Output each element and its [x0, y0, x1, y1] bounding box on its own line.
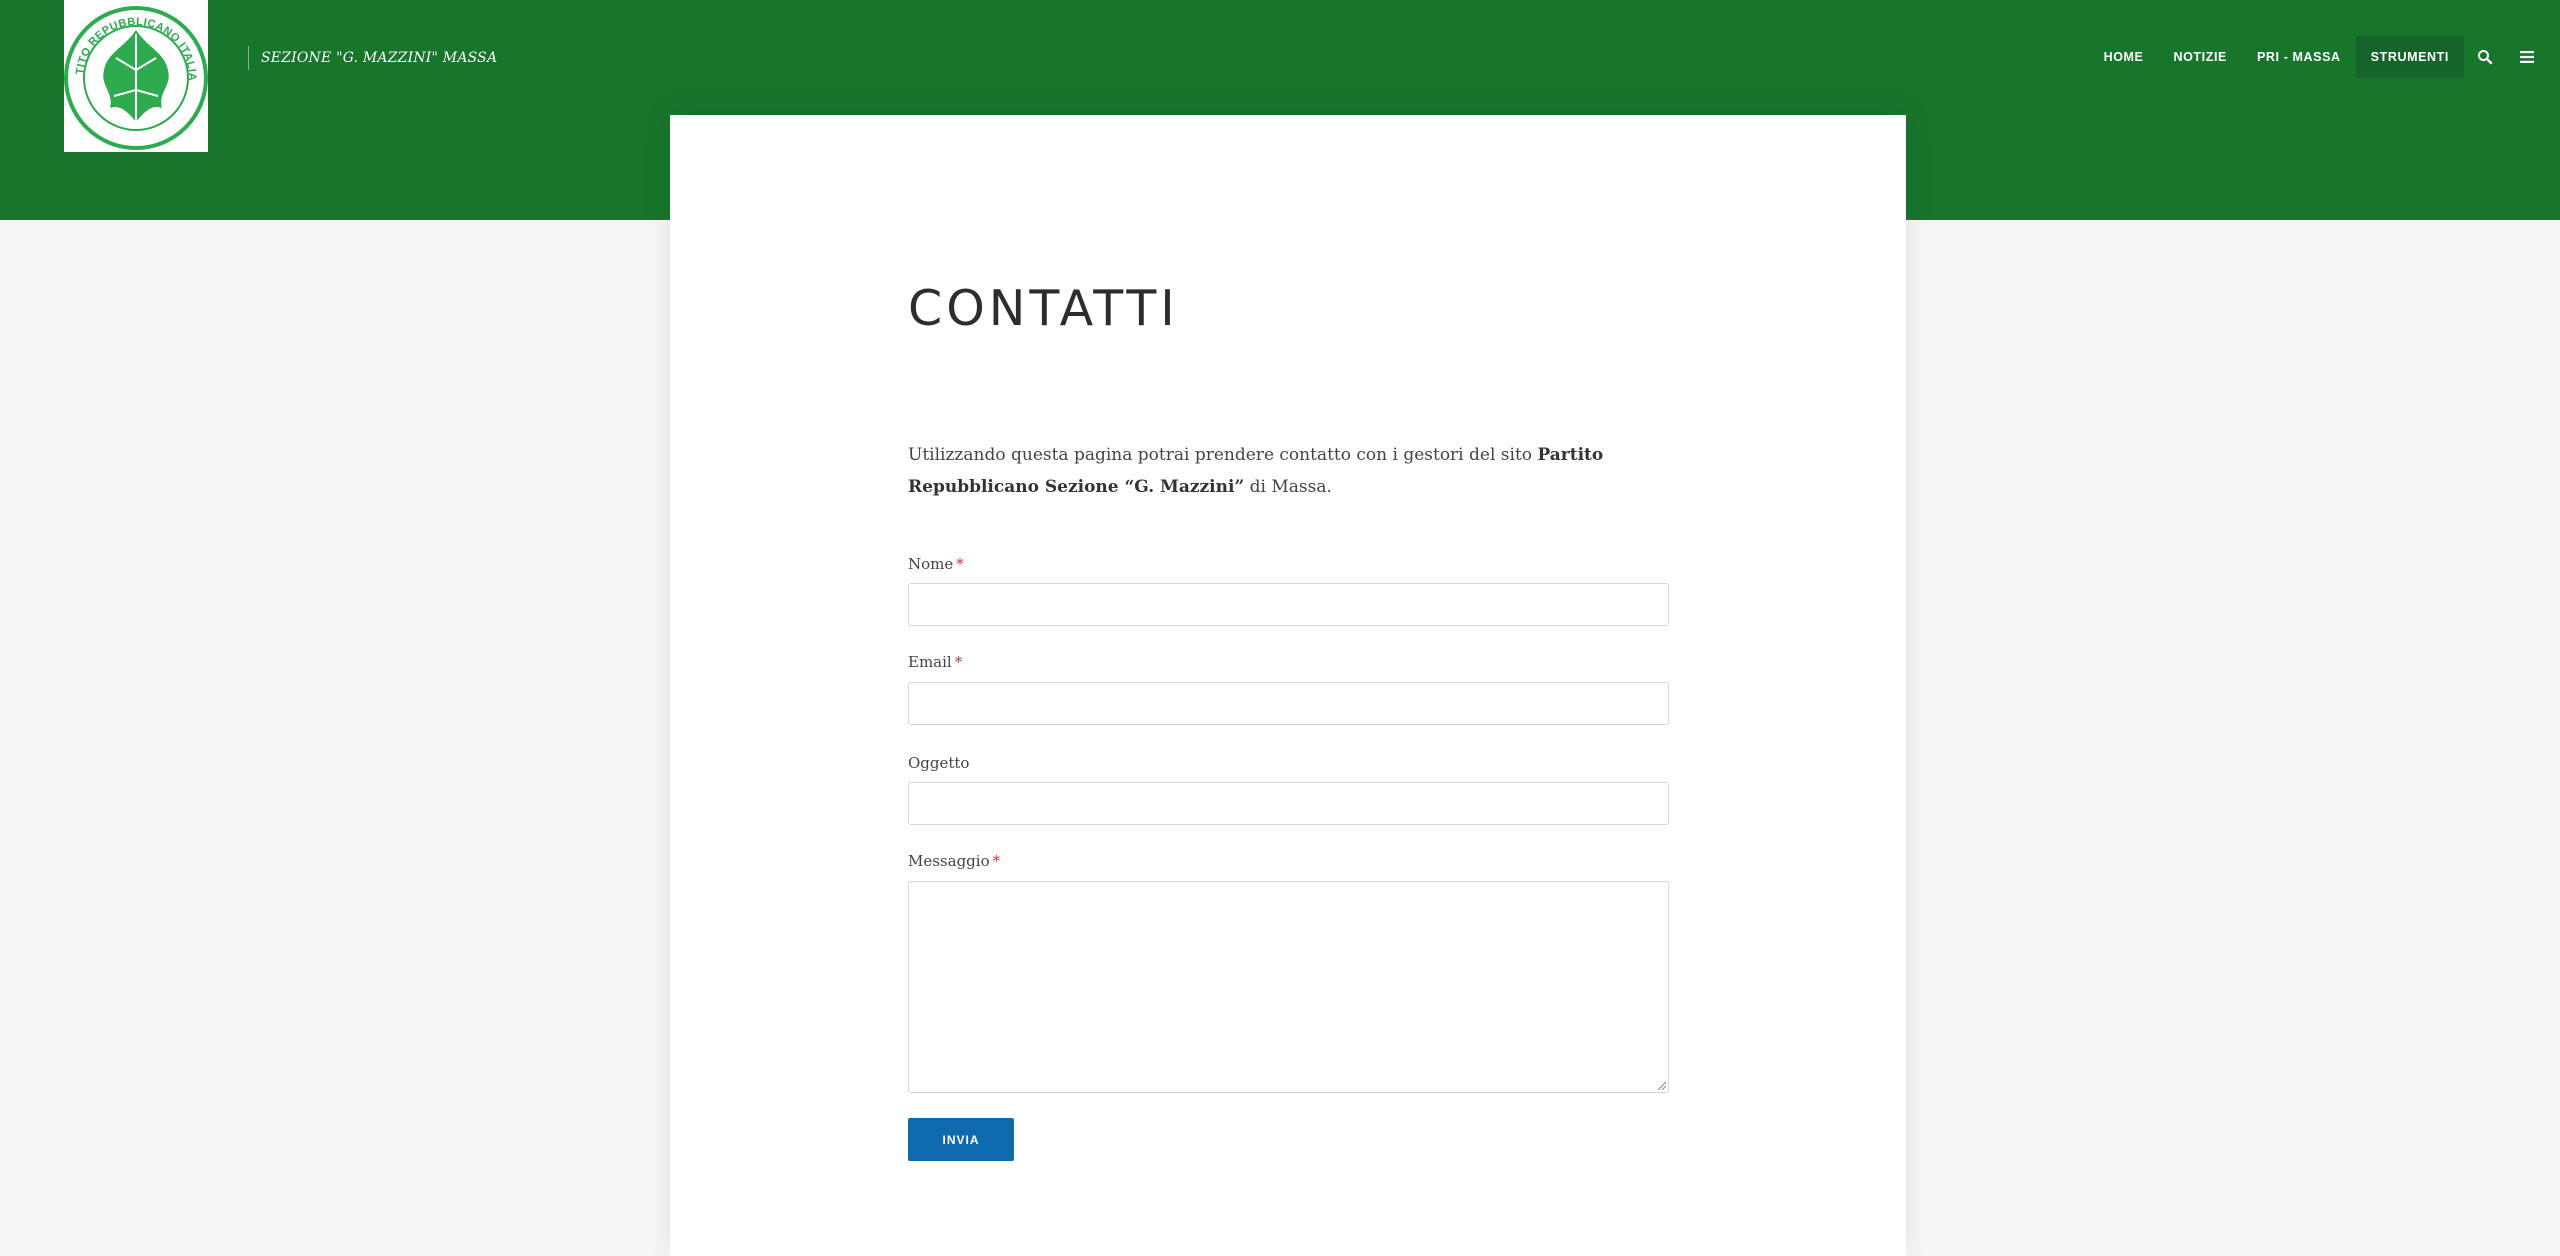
- hamburger-menu-icon[interactable]: [2506, 36, 2548, 78]
- content-card: CONTATTI Utilizzando questa pagina potra…: [670, 115, 1906, 1256]
- page-title: CONTATTI: [908, 280, 1179, 337]
- email-field[interactable]: [908, 682, 1669, 725]
- main-navigation: HOME NOTIZIE PRI - MASSA STRUMENTI: [2089, 36, 2548, 78]
- nav-item-notizie[interactable]: NOTIZIE: [2158, 36, 2242, 78]
- intro-text-end: di Massa.: [1244, 477, 1332, 497]
- tagline-container: SEZIONE "G. MAZZINI" MASSA: [248, 46, 497, 70]
- nav-item-strumenti[interactable]: STRUMENTI: [2355, 36, 2464, 78]
- messaggio-textarea[interactable]: [908, 881, 1669, 1093]
- site-tagline: SEZIONE "G. MAZZINI" MASSA: [261, 50, 498, 66]
- pri-ivy-leaf-logo: PARTITO REPUBBLICANO ITALIANO: [64, 0, 208, 150]
- messaggio-label: Messaggio *: [908, 852, 1000, 870]
- nav-item-home[interactable]: HOME: [2089, 36, 2159, 78]
- submit-button[interactable]: INVIA: [908, 1118, 1014, 1161]
- oggetto-field[interactable]: [908, 782, 1669, 825]
- search-icon[interactable]: [2464, 36, 2506, 78]
- nome-label: Nome *: [908, 555, 964, 573]
- oggetto-label: Oggetto: [908, 754, 969, 772]
- email-label: Email *: [908, 653, 962, 671]
- nome-label-text: Nome: [908, 555, 954, 573]
- nav-item-pri-massa[interactable]: PRI - MASSA: [2242, 36, 2356, 78]
- oggetto-label-text: Oggetto: [908, 754, 970, 772]
- required-mark: *: [954, 653, 963, 671]
- intro-paragraph: Utilizzando questa pagina potrai prender…: [908, 439, 1668, 503]
- required-mark: *: [956, 555, 964, 573]
- required-mark: *: [992, 852, 1001, 870]
- messaggio-label-text: Messaggio: [908, 852, 990, 870]
- resize-handle-icon[interactable]: [1657, 1081, 1666, 1090]
- nome-field[interactable]: [908, 583, 1669, 626]
- email-label-text: Email: [908, 653, 952, 671]
- site-logo[interactable]: PARTITO REPUBBLICANO ITALIANO: [64, 0, 208, 152]
- intro-text-start: Utilizzando questa pagina potrai prender…: [908, 445, 1538, 465]
